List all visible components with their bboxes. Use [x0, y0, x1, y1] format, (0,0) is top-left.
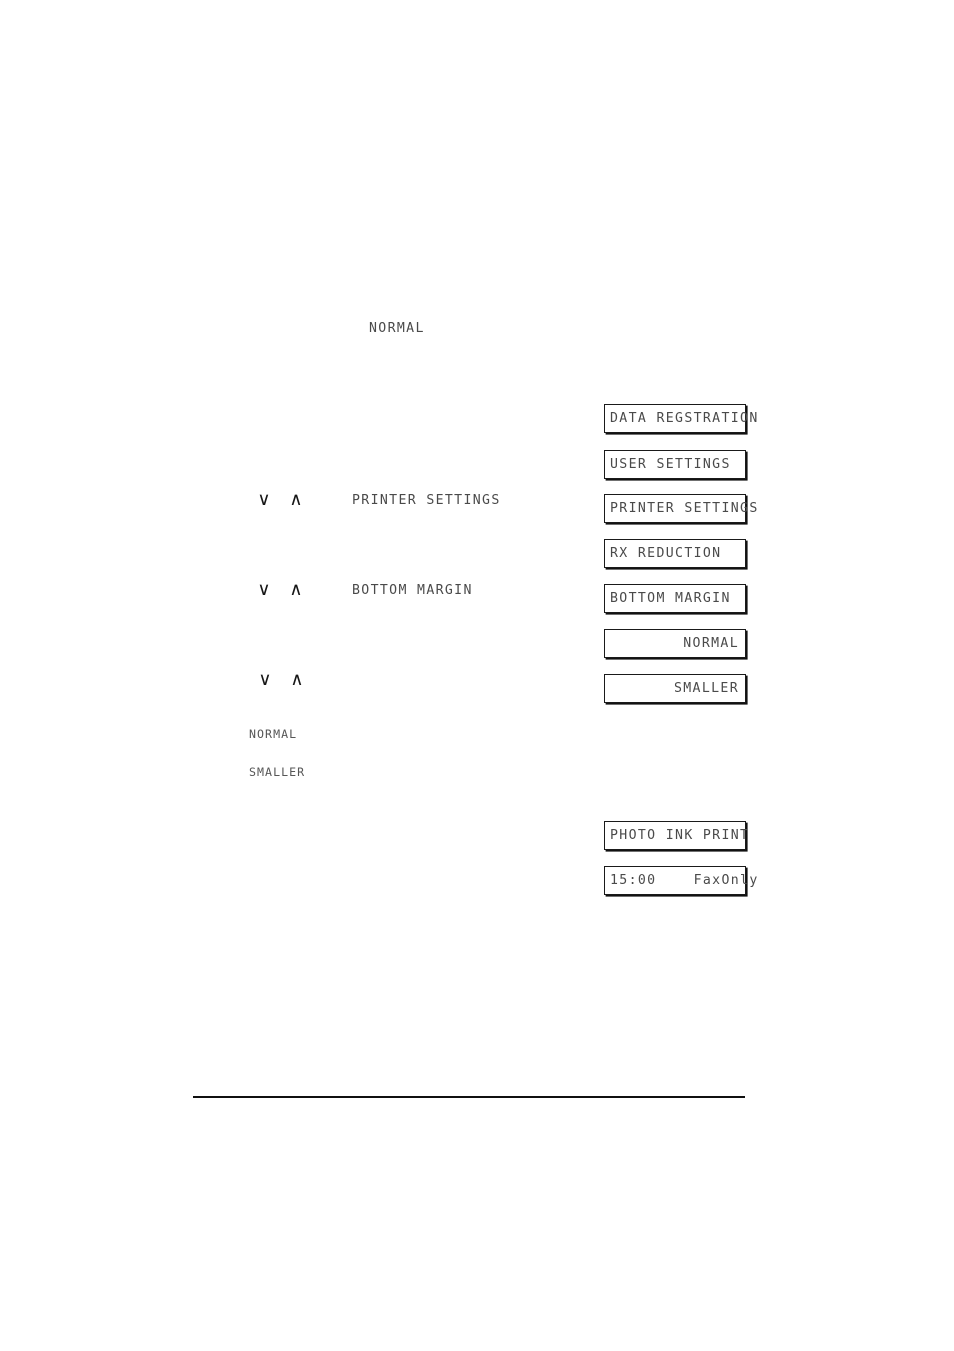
top-note-normal: NORMAL	[369, 321, 425, 336]
chevron-up-icon[interactable]: ∧	[288, 581, 304, 599]
option-label-normal: NORMAL	[249, 727, 298, 741]
step-row-bottom-margin: ∨ ∧ BOTTOM MARGIN	[256, 581, 473, 599]
lcd-screen-normal[interactable]: NORMAL	[604, 629, 746, 658]
chevron-down-icon[interactable]: ∨	[256, 581, 272, 599]
lcd-screen-data-regstration[interactable]: DATA REGSTRATION	[604, 404, 757, 433]
arrow-pair-bottom-margin[interactable]: ∨ ∧	[256, 581, 304, 599]
manual-page: NORMAL ∨ ∧ PRINTER SETTINGS ∨ ∧ BOTTOM M…	[0, 0, 954, 1351]
lcd-screen-printer-settings[interactable]: PRINTER SETTINGS	[604, 494, 757, 523]
lcd-screen-standby[interactable]: 15:00 FaxOnly	[604, 866, 757, 895]
lcd-text: USER SETTINGS	[610, 456, 731, 472]
lcd-screen-user-settings[interactable]: USER SETTINGS	[604, 450, 746, 479]
arrow-pair-select-value[interactable]: ∨ ∧	[257, 671, 305, 689]
step-label-printer-settings: PRINTER SETTINGS	[352, 492, 501, 508]
lcd-text: PHOTO INK PRINT	[610, 827, 750, 843]
lcd-text: NORMAL	[683, 635, 739, 651]
lcd-text: PRINTER SETTINGS	[610, 500, 759, 516]
lcd-text: DATA REGSTRATION	[610, 410, 759, 426]
lcd-screen-rx-reduction[interactable]: RX REDUCTION	[604, 539, 746, 568]
footer-divider	[193, 1096, 745, 1099]
lcd-text: RX REDUCTION	[610, 545, 722, 561]
lcd-screen-smaller[interactable]: SMALLER	[604, 674, 746, 703]
option-label-smaller: SMALLER	[249, 765, 306, 779]
lcd-screen-bottom-margin[interactable]: BOTTOM MARGIN	[604, 584, 746, 613]
chevron-up-icon[interactable]: ∧	[288, 491, 304, 509]
lcd-text: 15:00 FaxOnly	[610, 872, 759, 888]
lcd-screen-photo-ink-print[interactable]: PHOTO INK PRINT	[604, 821, 748, 850]
chevron-up-icon[interactable]: ∧	[289, 671, 305, 689]
lcd-text: BOTTOM MARGIN	[610, 590, 731, 606]
step-label-bottom-margin: BOTTOM MARGIN	[352, 582, 473, 598]
arrow-pair-printer-settings[interactable]: ∨ ∧	[256, 491, 304, 509]
step-row-printer-settings: ∨ ∧ PRINTER SETTINGS	[256, 491, 501, 509]
chevron-down-icon[interactable]: ∨	[256, 491, 272, 509]
lcd-text: SMALLER	[673, 680, 739, 696]
step-row-select-value: ∨ ∧	[257, 671, 353, 689]
chevron-down-icon[interactable]: ∨	[257, 671, 273, 689]
